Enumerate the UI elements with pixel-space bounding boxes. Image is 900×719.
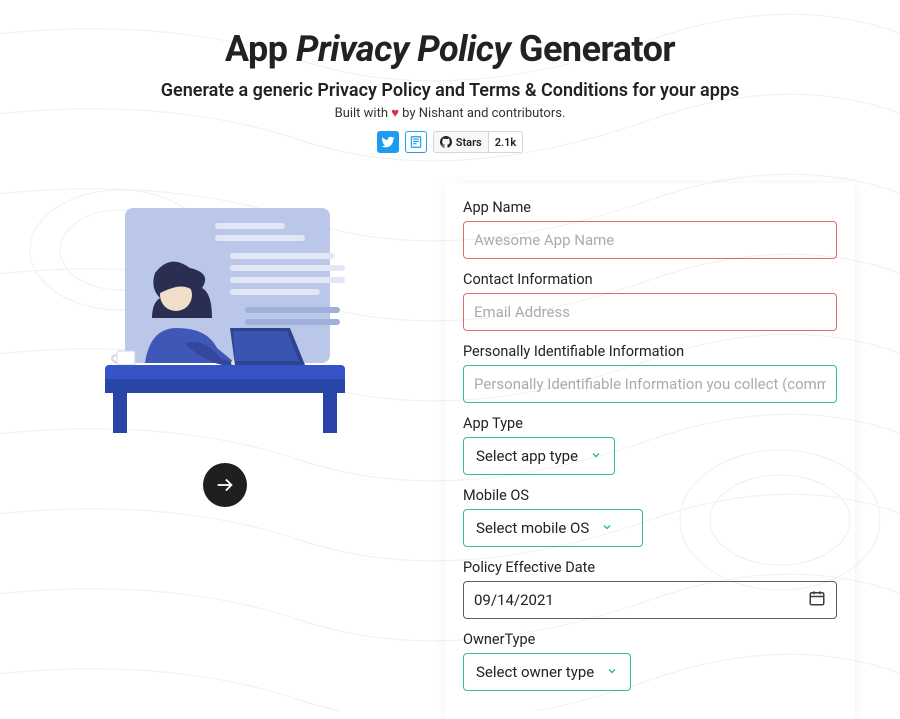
field-app-name: App Name [463, 199, 837, 259]
input-app-name[interactable] [463, 221, 837, 259]
chevron-down-icon [601, 519, 613, 537]
label-effective-date: Policy Effective Date [463, 559, 837, 576]
label-app-name: App Name [463, 199, 837, 216]
dropdown-app-type-value: Select app type [476, 447, 578, 465]
title-text-before: App [225, 28, 296, 70]
byline-after: by Nishant and contributors. [399, 106, 565, 121]
input-pii[interactable] [463, 365, 837, 403]
label-contact: Contact Information [463, 271, 837, 288]
label-mobile-os: Mobile OS [463, 487, 837, 504]
left-column [45, 183, 405, 507]
form-card: App Name Contact Information Personally … [445, 183, 855, 719]
page-title: App Privacy Policy Generator [0, 28, 900, 70]
field-owner-type: OwnerType Select owner type [463, 631, 837, 691]
social-row: Stars 2.1k [0, 131, 900, 153]
calendar-icon [808, 589, 826, 611]
page-subtitle: Generate a generic Privacy Policy and Te… [0, 80, 900, 101]
byline: Built with ♥ by Nishant and contributors… [0, 105, 900, 121]
field-app-type: App Type Select app type [463, 415, 837, 475]
title-text-after: Generator [510, 28, 675, 70]
github-stars-label: Stars [456, 136, 482, 149]
field-pii: Personally Identifiable Information [463, 343, 837, 403]
arrow-right-icon [214, 474, 236, 496]
chevron-down-icon [590, 447, 602, 465]
main-content: App Name Contact Information Personally … [0, 183, 900, 719]
page-header: App Privacy Policy Generator Generate a … [0, 0, 900, 153]
dropdown-mobile-os-value: Select mobile OS [476, 519, 589, 537]
heart-icon: ♥ [391, 106, 399, 121]
dropdown-owner-type-value: Select owner type [476, 663, 594, 681]
field-mobile-os: Mobile OS Select mobile OS [463, 487, 837, 547]
dropdown-mobile-os[interactable]: Select mobile OS [463, 509, 643, 547]
newsletter-icon[interactable] [405, 131, 427, 153]
title-text-italic: Privacy Policy [296, 28, 511, 70]
chevron-down-icon [606, 663, 618, 681]
github-stars-count: 2.1k [489, 136, 523, 149]
twitter-icon[interactable] [377, 131, 399, 153]
label-pii: Personally Identifiable Information [463, 343, 837, 360]
label-owner-type: OwnerType [463, 631, 837, 648]
dropdown-owner-type[interactable]: Select owner type [463, 653, 631, 691]
input-contact[interactable] [463, 293, 837, 331]
dropdown-app-type[interactable]: Select app type [463, 437, 615, 475]
input-effective-date[interactable]: 09/14/2021 [463, 581, 837, 619]
github-stars-badge[interactable]: Stars 2.1k [433, 131, 523, 153]
label-app-type: App Type [463, 415, 837, 432]
field-effective-date: Policy Effective Date 09/14/2021 [463, 559, 837, 619]
developer-illustration [75, 183, 375, 443]
byline-before: Built with [335, 106, 392, 121]
next-button[interactable] [203, 463, 247, 507]
field-contact: Contact Information [463, 271, 837, 331]
effective-date-value: 09/14/2021 [474, 591, 554, 609]
